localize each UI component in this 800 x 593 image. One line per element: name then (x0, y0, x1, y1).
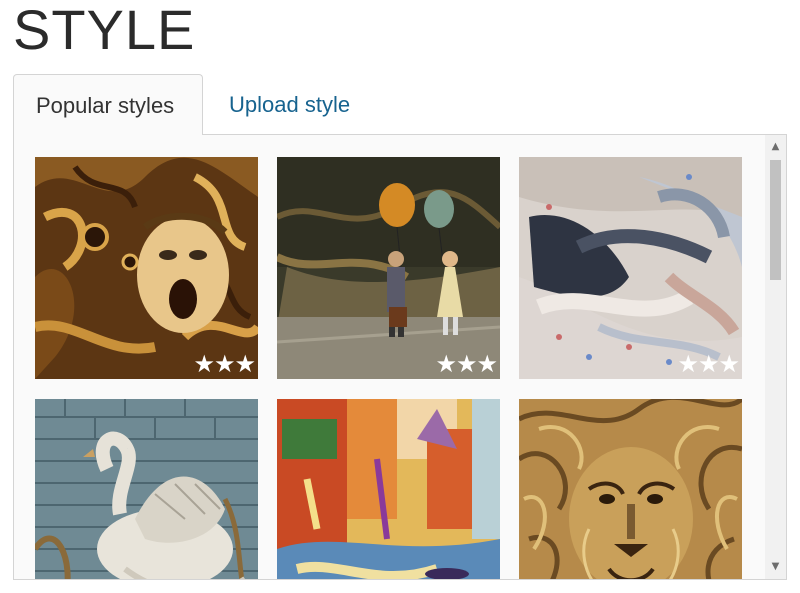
style-image (277, 157, 500, 379)
style-thumbnail-swan-relief[interactable] (35, 399, 258, 579)
style-thumbnail-venice-canal[interactable] (277, 399, 500, 579)
scrollbar-thumb[interactable] (770, 160, 781, 280)
styles-panel: ★★★ ★★★ ★★★ ▲ ▼ (13, 134, 787, 580)
scroll-down-icon[interactable]: ▼ (765, 558, 786, 576)
style-image (35, 399, 258, 579)
page-title: STYLE (13, 0, 196, 61)
style-image (519, 157, 742, 379)
style-thumbnail-sleeping-figure[interactable]: ★★★ (519, 157, 742, 379)
style-thumbnail-lion-face[interactable] (519, 399, 742, 579)
rating-stars: ★★★ (677, 350, 740, 378)
scroll-up-icon[interactable]: ▲ (765, 138, 786, 156)
rating-stars: ★★★ (435, 350, 498, 378)
style-thumbnail-screaming-face[interactable]: ★★★ (35, 157, 258, 379)
style-tabs: Popular styles Upload style (13, 74, 787, 135)
style-thumbnail-balloon-children[interactable]: ★★★ (277, 157, 500, 379)
style-image (35, 157, 258, 379)
tab-popular-styles[interactable]: Popular styles (13, 74, 203, 135)
tab-upload-style[interactable]: Upload style (207, 74, 397, 135)
style-image (277, 399, 500, 579)
style-image (519, 399, 742, 579)
vertical-scrollbar[interactable]: ▲ ▼ (765, 135, 786, 579)
rating-stars: ★★★ (193, 350, 256, 378)
